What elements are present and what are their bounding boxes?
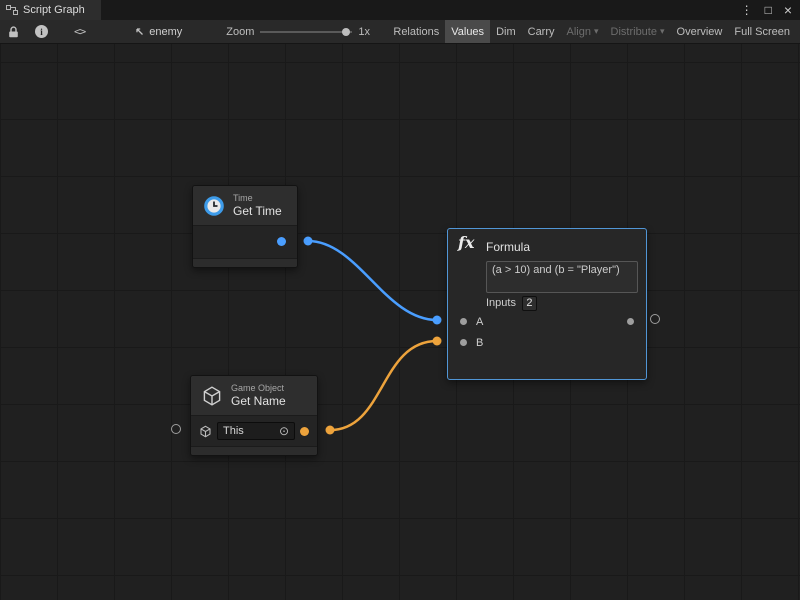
- relations-button[interactable]: Relations: [387, 20, 445, 43]
- zoom-label: Zoom: [226, 26, 254, 38]
- get-name-header: Game Object Get Name: [191, 376, 317, 416]
- port-label-b: B: [476, 337, 483, 349]
- toolbar: i <> enemy Zoom 1x Relations Values Dim …: [0, 20, 800, 44]
- string-connection-wire[interactable]: [330, 341, 437, 430]
- get-time-body: [193, 226, 297, 258]
- fx-icon: fx: [458, 233, 474, 252]
- get-name-footer: [191, 446, 317, 455]
- formula-header: fx Formula: [448, 235, 646, 259]
- zoom-value: 1x: [358, 26, 370, 38]
- tab-title: Script Graph: [23, 4, 85, 16]
- get-name-body: This ⊙: [191, 416, 317, 446]
- target-object-dropdown[interactable]: This ⊙: [217, 422, 295, 440]
- overview-label: Overview: [677, 26, 723, 38]
- carry-label: Carry: [528, 26, 555, 38]
- info-icon[interactable]: i: [35, 25, 48, 38]
- value-connection-start-dot: [304, 237, 313, 246]
- tab-script-graph[interactable]: Script Graph: [0, 0, 101, 20]
- graph-pointer-icon: [133, 26, 144, 37]
- fullscreen-label: Full Screen: [734, 26, 790, 38]
- chevron-down-icon: ▾: [660, 26, 665, 37]
- port-get-time-output[interactable]: [277, 237, 286, 246]
- value-connection-wire[interactable]: [308, 241, 437, 320]
- node-get-time[interactable]: Time Get Time: [192, 185, 298, 268]
- object-picker-icon[interactable]: ⊙: [279, 424, 289, 438]
- node-title: Get Name: [231, 394, 286, 408]
- get-time-footer: [193, 258, 297, 267]
- formula-port-row-a: A: [448, 311, 646, 332]
- dim-button[interactable]: Dim: [490, 20, 522, 43]
- clock-icon: [203, 195, 225, 217]
- align-label: Align: [567, 26, 591, 38]
- script-graph-icon: [6, 4, 18, 16]
- align-button[interactable]: Align▾: [561, 20, 605, 43]
- zoom-slider-track: [260, 31, 352, 33]
- port-formula-result-output[interactable]: [627, 318, 634, 325]
- chevron-down-icon: ▾: [594, 26, 599, 37]
- string-connection-start-dot: [326, 426, 335, 435]
- carry-button[interactable]: Carry: [522, 20, 561, 43]
- distribute-label: Distribute: [611, 26, 657, 38]
- node-get-name[interactable]: Game Object Get Name This ⊙: [190, 375, 318, 456]
- overview-button[interactable]: Overview: [671, 20, 729, 43]
- fullscreen-button[interactable]: Full Screen: [728, 20, 800, 43]
- node-category: Time: [233, 193, 282, 204]
- value-connection-end-dot: [433, 316, 442, 325]
- window-controls: ⋮ □ ×: [741, 3, 800, 17]
- distribute-button[interactable]: Distribute▾: [605, 20, 671, 43]
- zoom-slider-handle[interactable]: [342, 28, 350, 36]
- port-label-a: A: [476, 316, 483, 328]
- get-time-header: Time Get Time: [193, 186, 297, 226]
- cube-icon-small: [199, 425, 212, 438]
- target-object-value: This: [223, 425, 244, 437]
- code-view-icon[interactable]: <>: [74, 25, 85, 38]
- close-icon[interactable]: ×: [784, 3, 792, 17]
- zoom-slider[interactable]: [260, 25, 352, 39]
- graph-name: enemy: [149, 26, 182, 38]
- formula-inputs-row: Inputs 2: [486, 295, 638, 311]
- inputs-label: Inputs: [486, 297, 516, 309]
- values-button[interactable]: Values: [445, 20, 490, 43]
- formula-port-row-b: B: [448, 332, 646, 353]
- lock-icon[interactable]: [8, 26, 19, 38]
- formula-expression-input[interactable]: (a > 10) and (b = "Player"): [486, 261, 638, 293]
- toolbar-buttons: Relations Values Dim Carry Align▾ Distri…: [387, 20, 800, 43]
- string-connection-end-dot: [433, 337, 442, 346]
- cube-icon: [201, 385, 223, 407]
- node-title: Formula: [486, 240, 530, 254]
- graph-breadcrumb[interactable]: enemy: [133, 26, 182, 38]
- node-category: Game Object: [231, 383, 286, 394]
- kebab-menu-icon[interactable]: ⋮: [741, 4, 753, 16]
- maximize-icon[interactable]: □: [765, 4, 772, 16]
- dim-label: Dim: [496, 26, 516, 38]
- formula-inputs-count-input[interactable]: 2: [522, 296, 537, 311]
- graph-canvas[interactable]: Time Get Time fx Formula (a > 10) and (b…: [0, 44, 800, 600]
- port-formula-b-input[interactable]: [460, 339, 467, 346]
- relations-label: Relations: [393, 26, 439, 38]
- connections-layer: [0, 44, 800, 600]
- node-formula[interactable]: fx Formula (a > 10) and (b = "Player") I…: [447, 228, 647, 380]
- titlebar: Script Graph ⋮ □ ×: [0, 0, 800, 20]
- port-get-name-output[interactable]: [300, 427, 309, 436]
- port-get-name-target-hollow[interactable]: [171, 424, 181, 434]
- node-title: Get Time: [233, 204, 282, 218]
- values-label: Values: [451, 26, 484, 38]
- port-formula-a-input[interactable]: [460, 318, 467, 325]
- port-formula-result-hollow[interactable]: [650, 314, 660, 324]
